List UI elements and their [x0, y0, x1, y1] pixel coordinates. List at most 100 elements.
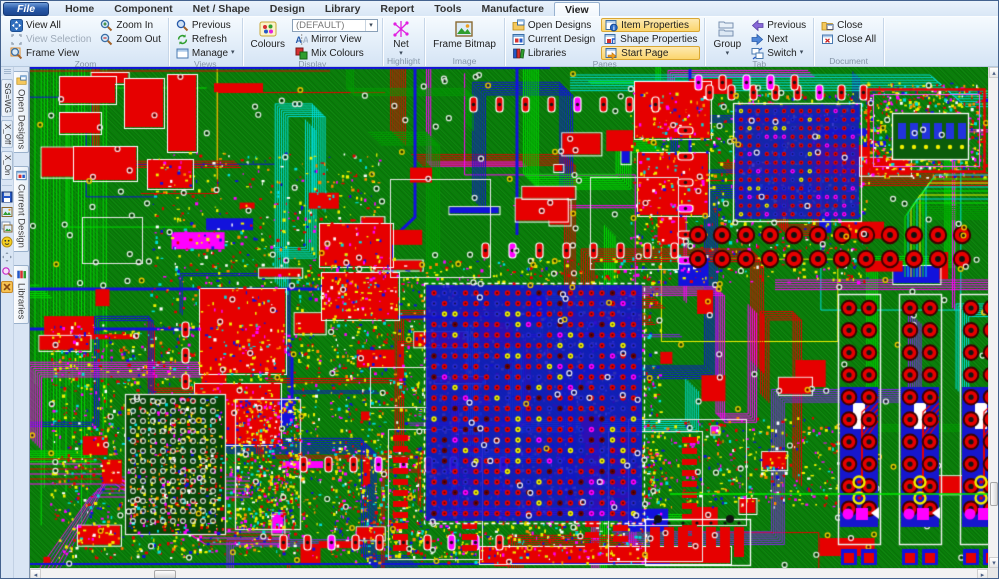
tab-design[interactable]: Design — [260, 2, 315, 16]
view-selection-icon — [10, 33, 23, 46]
tab-tools[interactable]: Tools — [424, 2, 471, 16]
ribbon-tab-bar: File Home Component Net / Shape Design L… — [1, 1, 998, 16]
side-tab-current-design[interactable]: Current Design — [14, 166, 29, 252]
toolbar-button-x-on[interactable]: X_On — [1, 151, 13, 179]
mirror-view-button[interactable]: AA Mirror View — [292, 33, 378, 47]
view-selection-label: View Selection — [26, 34, 91, 45]
pcb-canvas[interactable] — [30, 67, 988, 568]
tab-home[interactable]: Home — [55, 2, 104, 16]
close-all-icon — [821, 33, 834, 46]
start-page-pane-button[interactable]: Start Page — [601, 46, 700, 60]
switch-tab-label: Switch — [767, 48, 796, 59]
combo-caret-icon[interactable]: ▾ — [365, 20, 376, 31]
frame-bitmap-label: Frame Bitmap — [433, 40, 496, 50]
switch-tab-icon — [751, 47, 764, 60]
libraries-tab-icon — [16, 269, 27, 280]
fit-view-icon[interactable] — [1, 251, 13, 263]
shape-properties-pane-button[interactable]: Shape Properties — [601, 32, 700, 46]
deselect-all-icon[interactable] — [1, 281, 13, 293]
toolbar-separator — [2, 185, 12, 186]
scroll-right-icon[interactable]: ▸ — [977, 569, 988, 579]
vertical-scrollbar[interactable]: ▴ ▾ — [988, 67, 999, 568]
manage-views-label: Manage — [192, 48, 228, 59]
group-label-document: Document — [818, 57, 879, 66]
scroll-left-icon[interactable]: ◂ — [30, 569, 41, 579]
dropdown-caret-icon: ▾ — [726, 51, 730, 57]
previous-tab-button[interactable]: Previous — [748, 18, 809, 32]
toolbar-button-sg-wg[interactable]: SG=WG — [1, 79, 13, 117]
tab-component[interactable]: Component — [104, 2, 182, 16]
previous-tab-icon — [751, 19, 764, 32]
ribbon-group-tab: Group ▾ Previous Next Switch ▾ — [705, 18, 814, 66]
manage-views-button[interactable]: Manage ▾ — [173, 46, 238, 60]
frame-view-button[interactable]: Frame View — [7, 46, 94, 60]
frame-image-icon[interactable] — [1, 221, 13, 233]
manage-views-icon — [176, 47, 189, 60]
open-designs-tab-icon — [16, 75, 27, 86]
view-all-button[interactable]: View All — [7, 18, 94, 32]
zoom-in-button[interactable]: Zoom In — [97, 18, 163, 32]
item-properties-icon: i — [605, 19, 618, 32]
ribbon-group-highlight: Net ▾ Highlight — [383, 18, 425, 66]
group-tabs-button[interactable]: Group ▾ — [709, 18, 745, 60]
vertical-scroll-thumb[interactable] — [990, 482, 998, 506]
ribbon: View All View Selection Frame View Zoom … — [1, 16, 998, 67]
tab-report[interactable]: Report — [370, 2, 424, 16]
previous-view-label: Previous — [192, 20, 231, 31]
zoom-out-button[interactable]: Zoom Out — [97, 32, 163, 46]
side-tab-libraries[interactable]: Libraries — [14, 265, 29, 323]
tab-net-shape[interactable]: Net / Shape — [183, 2, 260, 16]
scroll-up-icon[interactable]: ▴ — [989, 67, 999, 78]
colour-scheme-select[interactable]: (DEFAULT) ▾ — [292, 19, 378, 32]
current-design-label: Current Design — [528, 34, 595, 45]
smiley-icon[interactable] — [1, 236, 13, 248]
frame-bitmap-button[interactable]: Frame Bitmap — [429, 18, 500, 57]
libraries-icon — [512, 47, 525, 60]
next-tab-button[interactable]: Next — [748, 32, 809, 46]
frame-view-label: Frame View — [26, 48, 79, 59]
close-all-button[interactable]: Close All — [818, 32, 879, 46]
open-designs-pane-button[interactable]: Open Designs — [509, 18, 598, 32]
ribbon-group-panes: Open Designs Current Design Libraries i … — [505, 18, 706, 66]
open-designs-icon — [512, 19, 525, 32]
zoom-region-icon[interactable] — [1, 266, 13, 278]
refresh-label: Refresh — [192, 34, 227, 45]
group-label-highlight: Highlight — [387, 57, 420, 66]
item-properties-pane-button[interactable]: i Item Properties — [601, 18, 700, 32]
scroll-down-icon[interactable]: ▾ — [989, 557, 999, 568]
horizontal-scrollbar[interactable]: ◂ ▸ — [30, 568, 988, 579]
bitmap-icon[interactable] — [1, 206, 13, 218]
docked-pane-tabs: Open Designs Current Design Libraries — [14, 67, 29, 578]
svg-text:A: A — [303, 35, 308, 45]
libraries-pane-button[interactable]: Libraries — [509, 46, 598, 60]
toolbar-grip-handle[interactable] — [4, 69, 11, 75]
current-design-pane-button[interactable]: Current Design — [509, 32, 598, 46]
side-tab-open-designs[interactable]: Open Designs — [14, 71, 29, 153]
start-page-label: Start Page — [621, 48, 668, 59]
tab-manufacture[interactable]: Manufacture — [472, 2, 554, 16]
close-all-label: Close All — [837, 34, 876, 45]
mirror-view-icon: AA — [295, 33, 308, 46]
net-label: Net — [393, 40, 409, 50]
colour-scheme-value: (DEFAULT) — [296, 20, 344, 31]
view-selection-button: View Selection — [7, 32, 94, 46]
main-area: SG=WG X_Off X_On Open Designs Current De… — [1, 67, 998, 578]
colours-button[interactable]: Colours — [247, 18, 289, 60]
net-icon — [391, 19, 411, 39]
previous-view-button[interactable]: Previous — [173, 18, 238, 32]
side-tab-label: Current Design — [16, 184, 27, 248]
side-tab-label: Open Designs — [16, 89, 27, 149]
toolbar-button-x-off[interactable]: X_Off — [1, 120, 13, 148]
close-button[interactable]: Close — [818, 18, 879, 32]
save-icon[interactable] — [1, 191, 13, 203]
tab-view[interactable]: View — [554, 2, 600, 16]
switch-tab-button[interactable]: Switch ▾ — [748, 46, 809, 60]
highlight-net-button[interactable]: Net ▾ — [387, 18, 415, 57]
mix-colours-button[interactable]: Mix Colours — [292, 47, 378, 61]
refresh-button[interactable]: Refresh — [173, 32, 238, 46]
tab-library[interactable]: Library — [315, 2, 371, 16]
horizontal-scroll-thumb[interactable] — [154, 570, 176, 579]
file-menu-button[interactable]: File — [3, 2, 49, 16]
zoom-in-icon — [100, 19, 113, 32]
open-designs-label: Open Designs — [528, 20, 591, 31]
